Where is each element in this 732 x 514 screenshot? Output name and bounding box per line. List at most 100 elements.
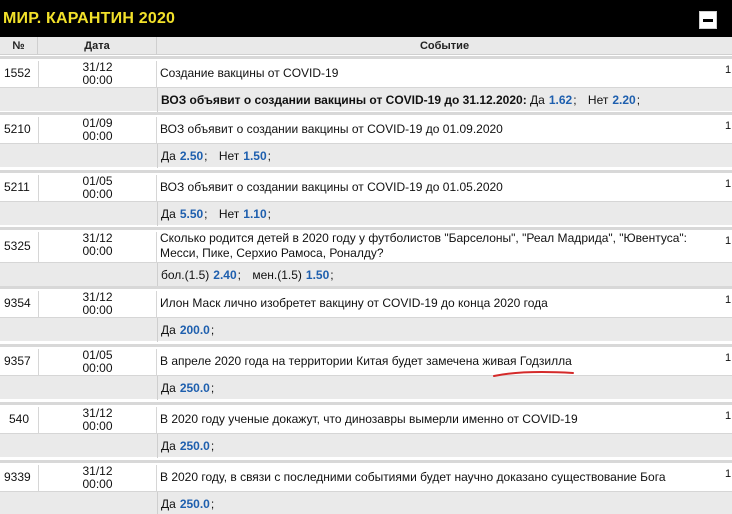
column-headers: № Дата Событие xyxy=(0,37,732,55)
event-count[interactable]: 1 xyxy=(725,347,731,375)
odds-content: бол.(1.5) 2.40; мен.(1.5) 1.50; xyxy=(157,263,334,287)
odds-value-over[interactable]: 2.40 xyxy=(213,268,236,282)
odds-content: Да 250.0; xyxy=(157,376,214,400)
odds-label-yes: Да xyxy=(161,381,176,395)
odds-line: бол.(1.5) 2.40; мен.(1.5) 1.50; xyxy=(0,262,732,287)
odds-value-yes[interactable]: 200.0 xyxy=(180,323,210,337)
odds-label-yes: Да xyxy=(161,207,176,221)
odds-separator: ; xyxy=(210,381,215,395)
odds-value-no[interactable]: 1.10 xyxy=(243,207,266,221)
odds-line: ВОЗ объявит о создании вакцины от COVID-… xyxy=(0,87,732,112)
odds-content: Да 2.50; Нет 1.50; xyxy=(157,144,271,168)
odds-separator: ; xyxy=(573,93,577,107)
event-count[interactable]: 1 xyxy=(725,230,731,258)
event-main-line: 9339 31/12 00:00 В 2020 году, в связи с … xyxy=(0,460,732,491)
event-date-time: 00:00 xyxy=(82,129,113,143)
odds-label-yes: Да xyxy=(161,323,176,337)
event-date: 01/05 00:00 xyxy=(38,175,157,201)
event-title[interactable]: В 2020 году ученые докажут, что динозавр… xyxy=(158,405,578,433)
event-title[interactable]: В 2020 году, в связи с последними событи… xyxy=(158,463,666,491)
odds-separator: ; xyxy=(210,497,215,511)
event-date: 31/12 00:00 xyxy=(38,291,157,317)
event-count[interactable]: 1 xyxy=(725,115,731,143)
collapse-button[interactable] xyxy=(699,11,717,29)
odds-label-over: бол.(1.5) xyxy=(161,268,210,282)
event-date-time: 00:00 xyxy=(82,361,113,375)
odds-value-yes[interactable]: 5.50 xyxy=(180,207,203,221)
odds-value-yes[interactable]: 1.62 xyxy=(549,93,572,107)
column-header-event: Событие xyxy=(419,40,470,52)
odds-label-no: Нет xyxy=(218,207,240,221)
odds-value-yes[interactable]: 250.0 xyxy=(180,439,210,453)
event-title[interactable]: ВОЗ объявит о создании вакцины от COVID-… xyxy=(158,115,503,143)
event-number: 9354 xyxy=(4,296,31,310)
odds-label-under: мен.(1.5) xyxy=(252,268,302,282)
event-main-line: 9357 01/05 00:00 В апреле 2020 года на т… xyxy=(0,344,732,375)
event-count[interactable]: 1 xyxy=(725,289,731,317)
event-count[interactable]: 1 xyxy=(725,59,731,87)
column-header-num: № xyxy=(0,37,38,55)
odds-label-yes: Да xyxy=(161,149,176,163)
event-main-line: 5211 01/05 00:00 ВОЗ объявит о создании … xyxy=(0,170,732,201)
event-date-time: 00:00 xyxy=(82,419,113,433)
odds-content: Да 5.50; Нет 1.10; xyxy=(157,202,271,226)
odds-separator: ; xyxy=(267,207,271,221)
odds-value-yes[interactable]: 250.0 xyxy=(180,381,210,395)
odds-separator: ; xyxy=(210,439,215,453)
minus-icon xyxy=(703,18,713,22)
odds-separator: ; xyxy=(636,93,641,107)
odds-content: Да 250.0; xyxy=(157,492,214,514)
event-number: 5210 xyxy=(4,122,31,136)
odds-separator: ; xyxy=(267,149,271,163)
event-main-line: 5325 31/12 00:00 Сколько родится детей в… xyxy=(0,227,732,263)
event-number: 1552 xyxy=(4,66,31,80)
odds-question: ВОЗ объявит о создании вакцины от COVID-… xyxy=(161,93,527,107)
event-count[interactable]: 1 xyxy=(725,405,731,433)
odds-separator: ; xyxy=(237,268,241,282)
event-title[interactable]: Создание вакцины от COVID-19 xyxy=(158,59,338,87)
column-header-date: Дата xyxy=(38,37,157,55)
event-number: 9357 xyxy=(4,354,31,368)
event-number: 5325 xyxy=(4,239,31,253)
event-date-time: 00:00 xyxy=(82,187,113,201)
odds-separator: ; xyxy=(210,323,215,337)
event-date: 31/12 00:00 xyxy=(38,465,157,491)
event-count[interactable]: 1 xyxy=(725,173,731,201)
event-title[interactable]: ВОЗ объявит о создании вакцины от COVID-… xyxy=(158,173,503,201)
event-date: 31/12 00:00 xyxy=(38,232,157,263)
odds-separator: ; xyxy=(204,207,208,221)
odds-value-no[interactable]: 2.20 xyxy=(612,93,635,107)
event-title[interactable]: Илон Маск лично изобретет вакцину от COV… xyxy=(158,289,548,317)
event-main-line: 1552 31/12 00:00 Создание вакцины от COV… xyxy=(0,56,732,87)
odds-label-yes: Да xyxy=(530,93,545,107)
event-date-time: 00:00 xyxy=(82,477,113,491)
odds-content: Да 250.0; xyxy=(157,434,214,458)
odds-line: Да 250.0; xyxy=(0,433,732,458)
odds-line: Да 250.0; xyxy=(0,375,732,400)
odds-value-yes[interactable]: 2.50 xyxy=(180,149,203,163)
odds-line: Да 5.50; Нет 1.10; xyxy=(0,201,732,226)
event-main-line: 540 31/12 00:00 В 2020 году ученые докаж… xyxy=(0,402,732,433)
odds-content: Да 200.0; xyxy=(157,318,214,342)
odds-content: ВОЗ объявит о создании вакцины от COVID-… xyxy=(157,88,640,112)
event-main-line: 9354 31/12 00:00 Илон Маск лично изобрет… xyxy=(0,286,732,317)
red-underline-annotation xyxy=(493,371,574,377)
odds-label-yes: Да xyxy=(161,439,176,453)
event-date: 31/12 00:00 xyxy=(38,61,157,87)
event-number: 540 xyxy=(8,412,30,426)
odds-separator: ; xyxy=(204,149,208,163)
event-title[interactable]: Сколько родится детей в 2020 году у футб… xyxy=(158,231,723,260)
section-header: МИР. КАРАНТИН 2020 xyxy=(0,0,732,37)
odds-label-yes: Да xyxy=(161,497,176,511)
event-date-time: 00:00 xyxy=(82,303,113,317)
odds-value-under[interactable]: 1.50 xyxy=(306,268,329,282)
odds-value-no[interactable]: 1.50 xyxy=(243,149,266,163)
event-main-line: 5210 01/09 00:00 ВОЗ объявит о создании … xyxy=(0,112,732,143)
odds-line: Да 250.0; xyxy=(0,491,732,514)
odds-label-no: Нет xyxy=(587,93,609,107)
odds-value-yes[interactable]: 250.0 xyxy=(180,497,210,511)
odds-line: Да 200.0; xyxy=(0,317,732,342)
event-number: 9339 xyxy=(4,470,31,484)
event-number: 5211 xyxy=(4,180,30,194)
event-count[interactable]: 1 xyxy=(725,463,731,491)
